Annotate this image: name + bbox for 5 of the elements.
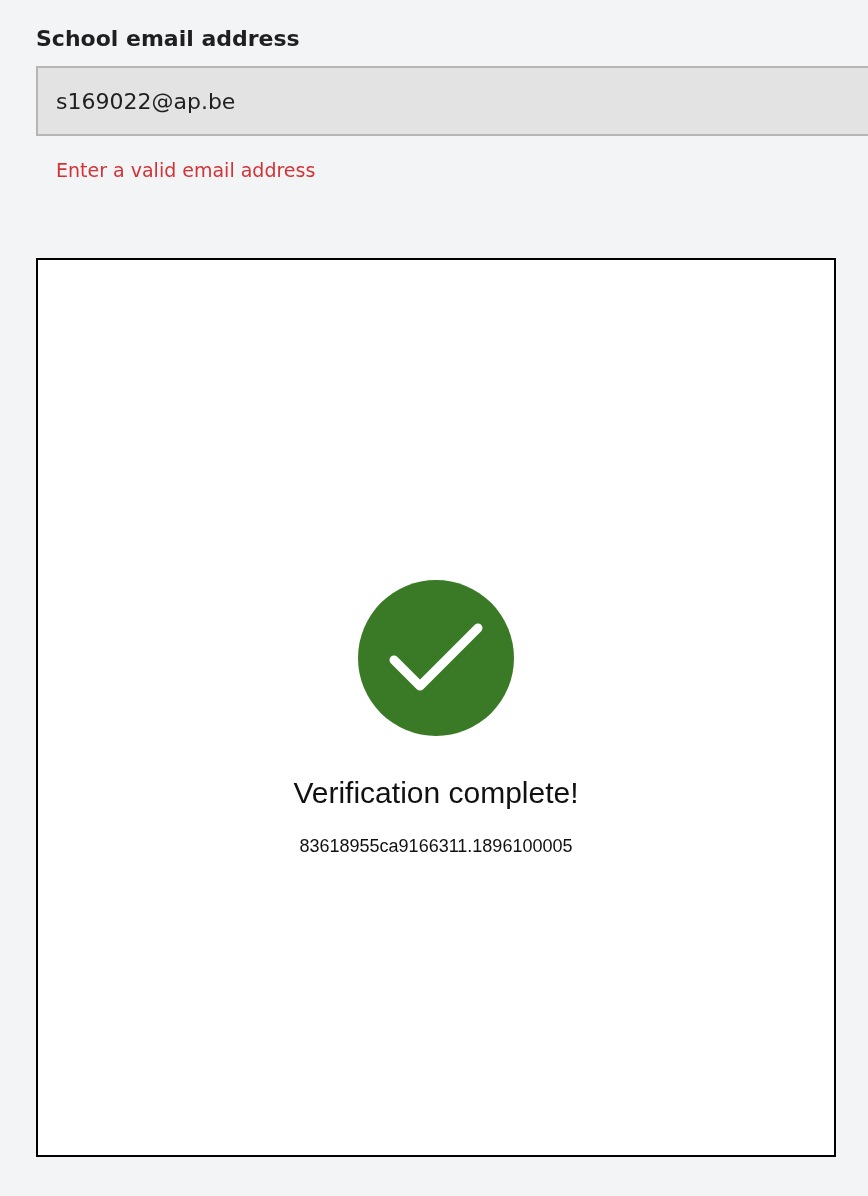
verification-code: 83618955ca9166311.1896100005 bbox=[299, 836, 573, 857]
email-input-field[interactable]: s169022@ap.be bbox=[36, 66, 868, 136]
error-message: Enter a valid email address bbox=[56, 158, 317, 183]
verification-message: Verification complete! bbox=[293, 776, 579, 810]
field-label: School email address bbox=[36, 25, 301, 53]
